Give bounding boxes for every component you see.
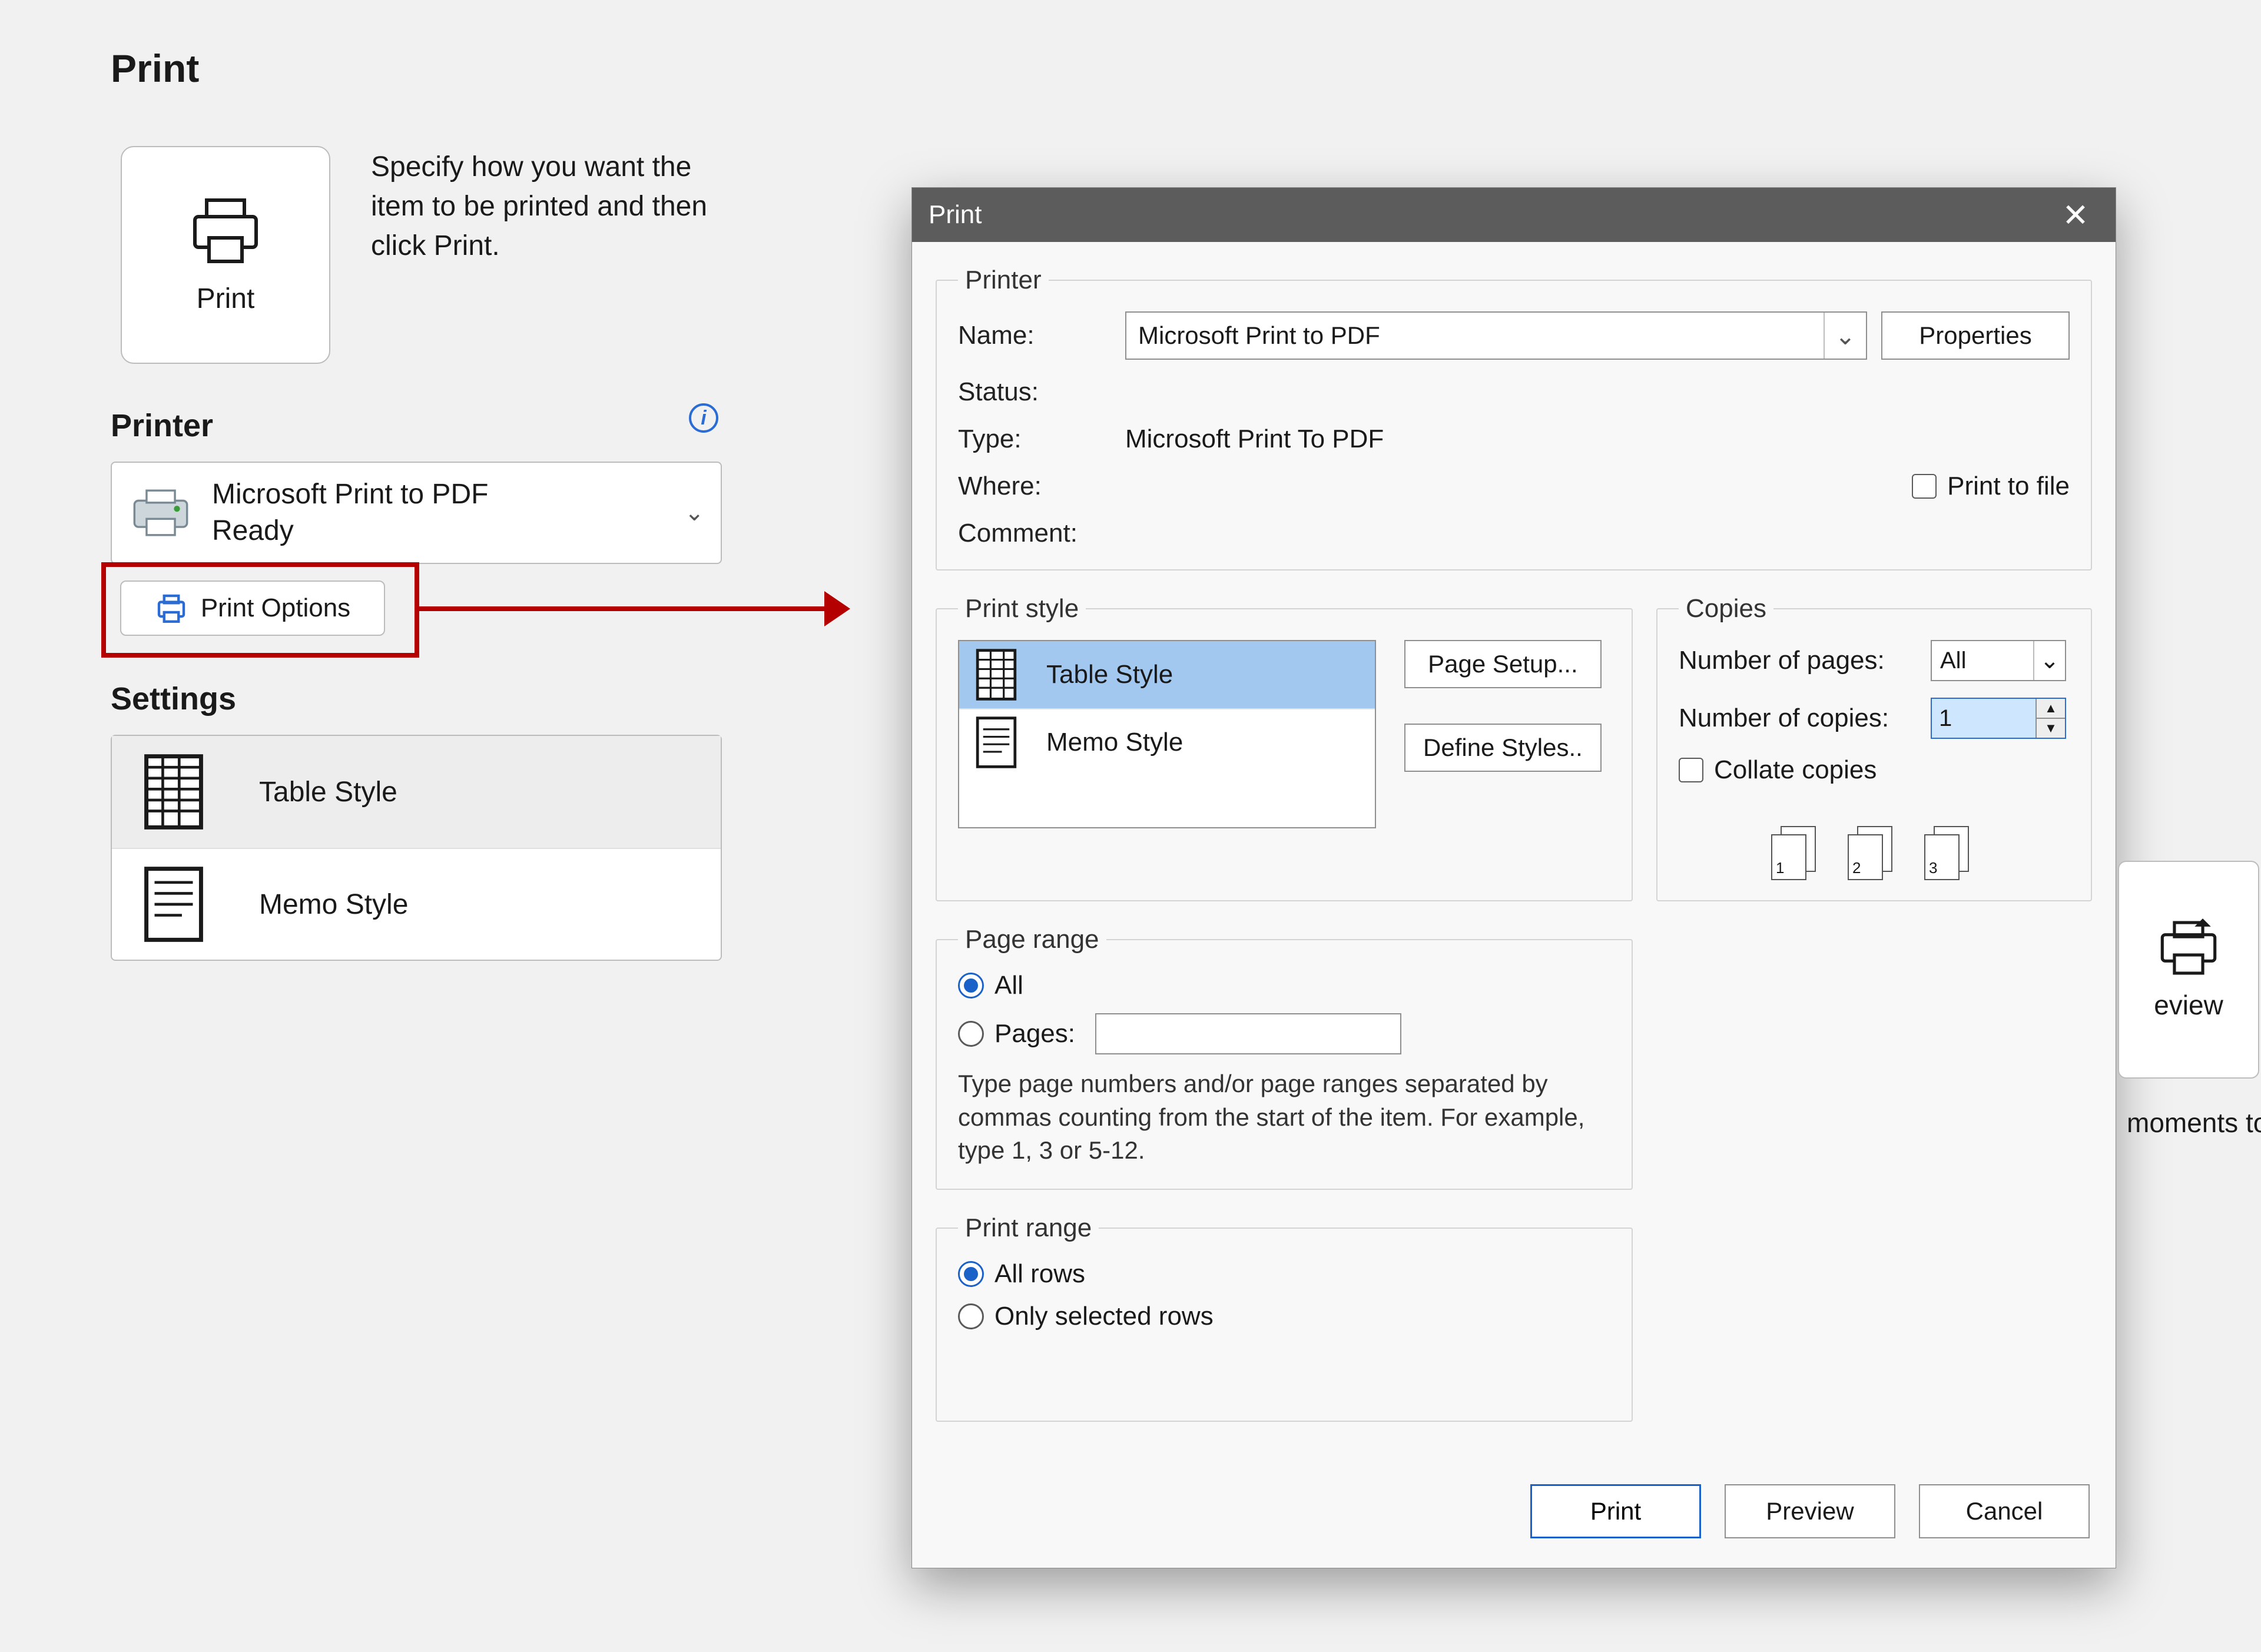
- type-value: Microsoft Print To PDF: [1125, 424, 1867, 454]
- dialog-titlebar: Print ✕: [912, 188, 2116, 242]
- printer-status: Ready: [212, 513, 488, 549]
- style-item-memo[interactable]: Memo Style: [959, 708, 1375, 775]
- print-button-label: Print: [197, 283, 255, 315]
- annotation-arrowhead: [824, 591, 850, 626]
- settings-heading: Settings: [111, 681, 236, 717]
- chevron-down-icon: ⌄: [1824, 313, 1866, 359]
- printer-heading: Printer: [111, 407, 213, 444]
- properties-button[interactable]: Properties: [1881, 311, 2070, 360]
- print-range-selected-rows-radio[interactable]: Only selected rows: [958, 1302, 1610, 1331]
- print-options-icon: [155, 592, 188, 625]
- settings-style-list: Table Style Memo Style: [111, 735, 722, 961]
- where-label: Where:: [958, 472, 1111, 501]
- printer-selected-name: Microsoft Print to PDF: [212, 476, 488, 513]
- page-setup-button[interactable]: Page Setup...: [1404, 640, 1602, 688]
- print-to-file-checkbox[interactable]: Print to file: [1881, 472, 2070, 501]
- num-copies-spinner[interactable]: 1 ▲ ▼: [1931, 698, 2066, 739]
- status-label: Status:: [958, 377, 1111, 407]
- num-copies-label: Number of copies:: [1679, 704, 1914, 733]
- type-label: Type:: [958, 424, 1111, 454]
- spinner-up-icon[interactable]: ▲: [2037, 699, 2065, 718]
- page-range-all-label: All: [994, 971, 1023, 1000]
- comment-label: Comment:: [958, 519, 1111, 548]
- print-to-file-label: Print to file: [1947, 472, 2070, 501]
- copies-legend: Copies: [1679, 594, 1773, 623]
- print-range-legend: Print range: [958, 1213, 1099, 1243]
- radio-icon: [958, 1021, 984, 1047]
- page-range-all-radio[interactable]: All: [958, 971, 1610, 1000]
- radio-icon: [958, 1303, 984, 1329]
- preview-toggle[interactable]: eview: [2118, 861, 2259, 1079]
- chevron-down-icon: ⌄: [2033, 641, 2065, 680]
- name-label: Name:: [958, 321, 1111, 350]
- page-range-pages-radio[interactable]: Pages:: [958, 1013, 1610, 1054]
- radio-icon: [958, 1261, 984, 1287]
- annotation-arrow: [419, 606, 831, 611]
- collate-label: Collate copies: [1714, 755, 1877, 785]
- all-rows-label: All rows: [994, 1259, 1085, 1289]
- printer-dropdown[interactable]: Microsoft Print to PDF Ready ⌄: [111, 462, 722, 564]
- info-icon[interactable]: i: [689, 403, 718, 433]
- collate-checkbox[interactable]: Collate copies: [1679, 755, 2070, 785]
- style-item-label: Table Style: [1046, 660, 1173, 689]
- pages-input[interactable]: [1095, 1013, 1401, 1054]
- memo-style-icon: [976, 716, 1017, 769]
- preview-toggle-label: eview: [2154, 989, 2223, 1021]
- checkbox-icon: [1912, 474, 1937, 499]
- chevron-down-icon: ⌄: [684, 499, 704, 526]
- page-range-pages-label: Pages:: [994, 1019, 1075, 1049]
- table-style-icon: [141, 754, 206, 830]
- printer-name-value: Microsoft Print to PDF: [1138, 321, 1380, 350]
- num-copies-value: 1: [1932, 699, 2035, 738]
- style-item-table[interactable]: Table Style: [959, 641, 1375, 708]
- print-style-list: Table Style Memo Style: [958, 640, 1376, 828]
- print-range-all-rows-radio[interactable]: All rows: [958, 1259, 1610, 1289]
- print-dialog: Print ✕ Printer Name: Microsoft Print to…: [911, 187, 2116, 1568]
- printer-preview-icon: [2156, 918, 2221, 977]
- num-pages-value: All: [1940, 648, 1966, 674]
- printer-icon: [187, 195, 264, 266]
- printer-small-icon: [128, 486, 193, 539]
- moments-text: moments to: [2127, 1107, 2261, 1139]
- print-options-label: Print Options: [201, 593, 350, 623]
- memo-style-icon: [141, 866, 206, 943]
- dialog-cancel-button[interactable]: Cancel: [1919, 1484, 2090, 1538]
- print-range-fieldset: Print range All rows Only selected rows: [936, 1213, 1633, 1422]
- settings-item-label: Table Style: [259, 776, 397, 808]
- settings-item-label: Memo Style: [259, 888, 408, 921]
- print-style-legend: Print style: [958, 594, 1086, 623]
- style-item-label: Memo Style: [1046, 728, 1183, 757]
- print-button[interactable]: Print: [121, 146, 330, 364]
- page-range-hint: Type page numbers and/or page ranges sep…: [958, 1067, 1610, 1167]
- collate-illustration: 11 22 33: [1679, 826, 2070, 879]
- close-button[interactable]: ✕: [2052, 197, 2099, 234]
- print-help-text: Specify how you want the item to be prin…: [371, 147, 724, 266]
- copies-fieldset: Copies Number of pages: All ⌄ Number of …: [1656, 594, 2092, 901]
- checkbox-icon: [1679, 758, 1703, 782]
- dialog-title: Print: [929, 200, 982, 230]
- settings-item-memo-style[interactable]: Memo Style: [112, 848, 721, 960]
- printer-legend: Printer: [958, 266, 1049, 295]
- num-pages-select[interactable]: All ⌄: [1931, 640, 2066, 681]
- print-options-button[interactable]: Print Options: [120, 580, 385, 636]
- only-selected-label: Only selected rows: [994, 1302, 1214, 1331]
- dialog-print-button[interactable]: Print: [1530, 1484, 1701, 1538]
- print-style-fieldset: Print style Table Style: [936, 594, 1633, 901]
- printer-fieldset: Printer Name: Microsoft Print to PDF ⌄ P…: [936, 266, 2092, 570]
- define-styles-button[interactable]: Define Styles..: [1404, 724, 1602, 772]
- printer-name-select[interactable]: Microsoft Print to PDF ⌄: [1125, 311, 1867, 360]
- dialog-preview-button[interactable]: Preview: [1725, 1484, 1895, 1538]
- page-range-fieldset: Page range All Pages: Type page numbers …: [936, 925, 1633, 1190]
- table-style-icon: [976, 648, 1017, 701]
- page-range-legend: Page range: [958, 925, 1106, 954]
- spinner-down-icon[interactable]: ▼: [2037, 718, 2065, 738]
- settings-item-table-style[interactable]: Table Style: [112, 736, 721, 848]
- radio-icon: [958, 973, 984, 999]
- num-pages-label: Number of pages:: [1679, 646, 1914, 675]
- page-title: Print: [111, 46, 199, 91]
